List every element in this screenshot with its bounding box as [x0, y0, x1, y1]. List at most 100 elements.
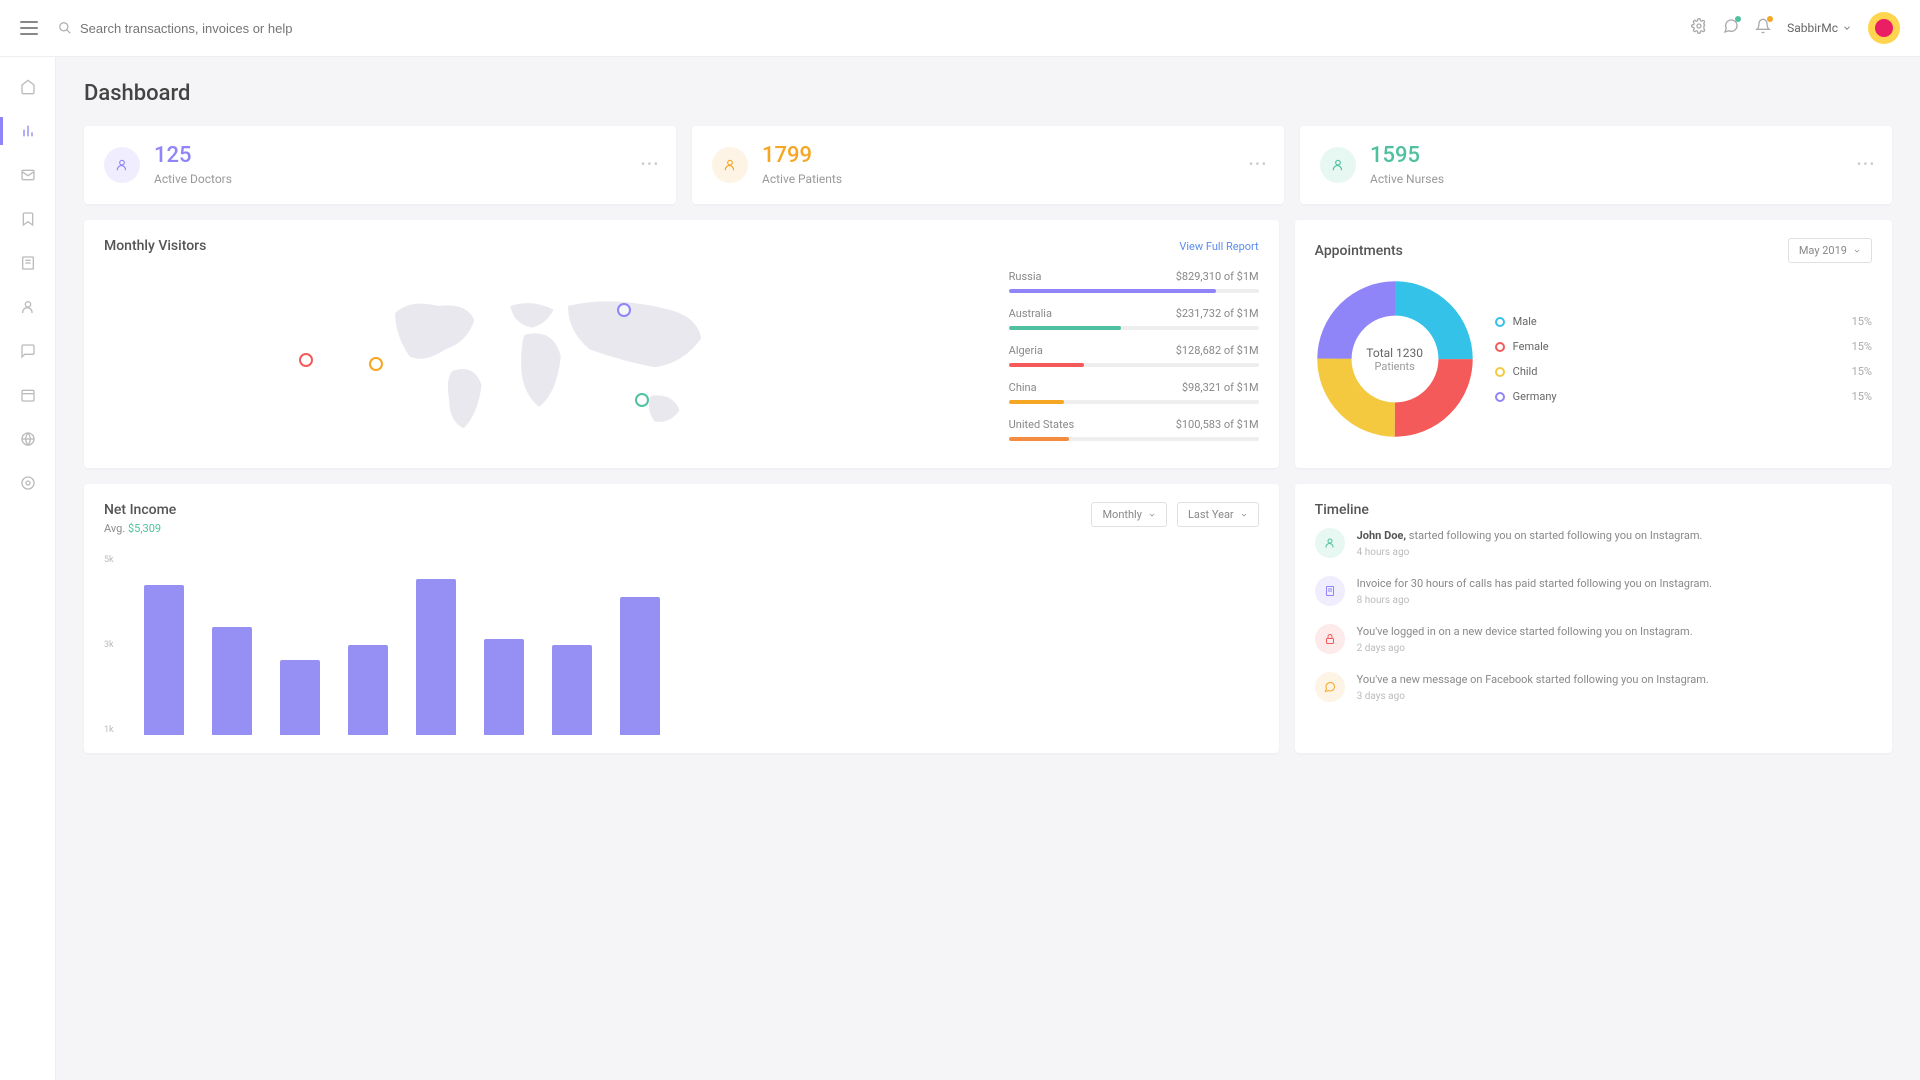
bar-chart: 5k 3k 1k — [104, 555, 1259, 735]
timeline-time: 8 hours ago — [1357, 595, 1712, 606]
y-tick: 3k — [104, 640, 114, 650]
legend-dot — [1495, 317, 1505, 327]
legend-dot — [1495, 367, 1505, 377]
bar — [212, 627, 252, 735]
search-input[interactable] — [80, 21, 1691, 36]
progress-fill — [1009, 363, 1084, 367]
y-tick: 5k — [104, 555, 114, 565]
bar — [416, 579, 456, 735]
monthly-visitors-card: Monthly Visitors View Full Report — [84, 220, 1279, 468]
stat-doctors-label: Active Doctors — [154, 172, 232, 186]
nurse-icon — [1320, 147, 1356, 183]
appointments-title: Appointments — [1315, 243, 1403, 259]
net-income-year-select[interactable]: Last Year — [1177, 502, 1259, 527]
legend-label: Child — [1513, 365, 1538, 378]
legend-pct: 15% — [1852, 315, 1872, 328]
doctor-icon — [104, 147, 140, 183]
progress-fill — [1009, 289, 1217, 293]
chat-icon[interactable] — [1723, 18, 1739, 38]
chevron-down-icon — [1842, 23, 1852, 33]
stat-doctors-value: 125 — [154, 144, 232, 168]
search-wrap — [58, 21, 1691, 36]
country-name: United States — [1009, 418, 1074, 431]
legend-row: Male 15% — [1495, 315, 1872, 328]
settings-icon[interactable] — [1691, 18, 1707, 38]
timeline-icon — [1315, 528, 1345, 558]
country-row: United States $100,583 of $1M — [1009, 418, 1259, 441]
legend-dot — [1495, 342, 1505, 352]
stat-menu-icon[interactable]: ••• — [1857, 158, 1876, 173]
timeline-text: You've logged in on a new device started… — [1357, 624, 1693, 641]
bar — [280, 660, 320, 735]
legend-label: Male — [1513, 315, 1537, 328]
legend-label: Germany — [1513, 390, 1557, 403]
legend-pct: 15% — [1852, 340, 1872, 353]
stat-doctors: 125 Active Doctors ••• — [84, 126, 676, 204]
progress-fill — [1009, 400, 1064, 404]
timeline-item: You've a new message on Facebook started… — [1315, 672, 1872, 702]
username-label: SabbirMc — [1787, 21, 1838, 35]
sidebar-item-chat[interactable] — [0, 329, 56, 373]
country-value: $100,583 of $1M — [1176, 418, 1259, 431]
menu-toggle[interactable] — [20, 21, 38, 35]
map-marker — [617, 303, 631, 317]
appointments-period-select[interactable]: May 2019 — [1788, 238, 1872, 263]
page-title: Dashboard — [84, 81, 1892, 106]
country-row: Algeria$128,682 of $1M — [1009, 344, 1259, 367]
stat-menu-icon[interactable]: ••• — [1249, 158, 1268, 173]
avatar[interactable] — [1868, 12, 1900, 44]
country-row: China$98,321 of $1M — [1009, 381, 1259, 404]
sidebar-item-files[interactable] — [0, 241, 56, 285]
legend-pct: 15% — [1852, 365, 1872, 378]
legend-dot — [1495, 392, 1505, 402]
sidebar-item-inbox[interactable] — [0, 153, 56, 197]
legend-row: Female15% — [1495, 340, 1872, 353]
donut-chart: Total 1230 Patients — [1315, 279, 1475, 439]
country-value: $829,310 of $1M — [1176, 270, 1259, 283]
bar — [144, 585, 184, 735]
user-menu[interactable]: SabbirMc — [1787, 21, 1852, 35]
sidebar-item-globe[interactable] — [0, 417, 56, 461]
y-tick: 1k — [104, 725, 114, 735]
legend-pct: 15% — [1852, 390, 1872, 403]
search-icon — [58, 21, 72, 35]
timeline-item: John Doe, started following you on start… — [1315, 528, 1872, 558]
sidebar-item-home[interactable] — [0, 65, 56, 109]
map-marker — [299, 353, 313, 367]
timeline-time: 3 days ago — [1357, 691, 1709, 702]
world-map — [104, 270, 989, 450]
country-row: Russia $829,310 of $1M — [1009, 270, 1259, 293]
sidebar-item-calendar[interactable] — [0, 373, 56, 417]
country-list: Russia$829,310 of $1MAustralia$231,732 o… — [1009, 270, 1259, 450]
progress-fill — [1009, 326, 1122, 330]
bell-icon[interactable] — [1755, 18, 1771, 38]
timeline-time: 2 days ago — [1357, 643, 1693, 654]
country-name: China — [1009, 381, 1037, 394]
stat-nurses-label: Active Nurses — [1370, 172, 1444, 186]
bar — [552, 645, 592, 735]
stat-menu-icon[interactable]: ••• — [641, 158, 660, 173]
timeline-time: 4 hours ago — [1357, 547, 1703, 558]
map-marker — [369, 357, 383, 371]
sidebar-item-bookmark[interactable] — [0, 197, 56, 241]
net-income-card: Net Income Avg. $5,309 Monthly Last Year… — [84, 484, 1279, 753]
stat-patients-label: Active Patients — [762, 172, 842, 186]
progress-fill — [1009, 437, 1069, 441]
sidebar-item-analytics[interactable] — [0, 109, 56, 153]
country-value: $128,682 of $1M — [1176, 344, 1259, 357]
timeline-item: You've logged in on a new device started… — [1315, 624, 1872, 654]
progress-track — [1009, 363, 1259, 367]
donut-sub: Patients — [1374, 360, 1414, 373]
sidebar-item-settings[interactable] — [0, 461, 56, 505]
net-income-period-select[interactable]: Monthly — [1091, 502, 1167, 527]
country-name: Russia — [1009, 270, 1042, 283]
bar — [620, 597, 660, 735]
sidebar-item-users[interactable] — [0, 285, 56, 329]
stats-row: 125 Active Doctors ••• 1799 Active Patie… — [84, 126, 1892, 204]
timeline-title: Timeline — [1315, 502, 1872, 518]
view-full-report-link[interactable]: View Full Report — [1179, 240, 1258, 253]
chevron-down-icon — [1240, 511, 1248, 519]
legend-row: Child 15% — [1495, 365, 1872, 378]
visitors-title: Monthly Visitors — [104, 238, 206, 254]
progress-track — [1009, 437, 1259, 441]
